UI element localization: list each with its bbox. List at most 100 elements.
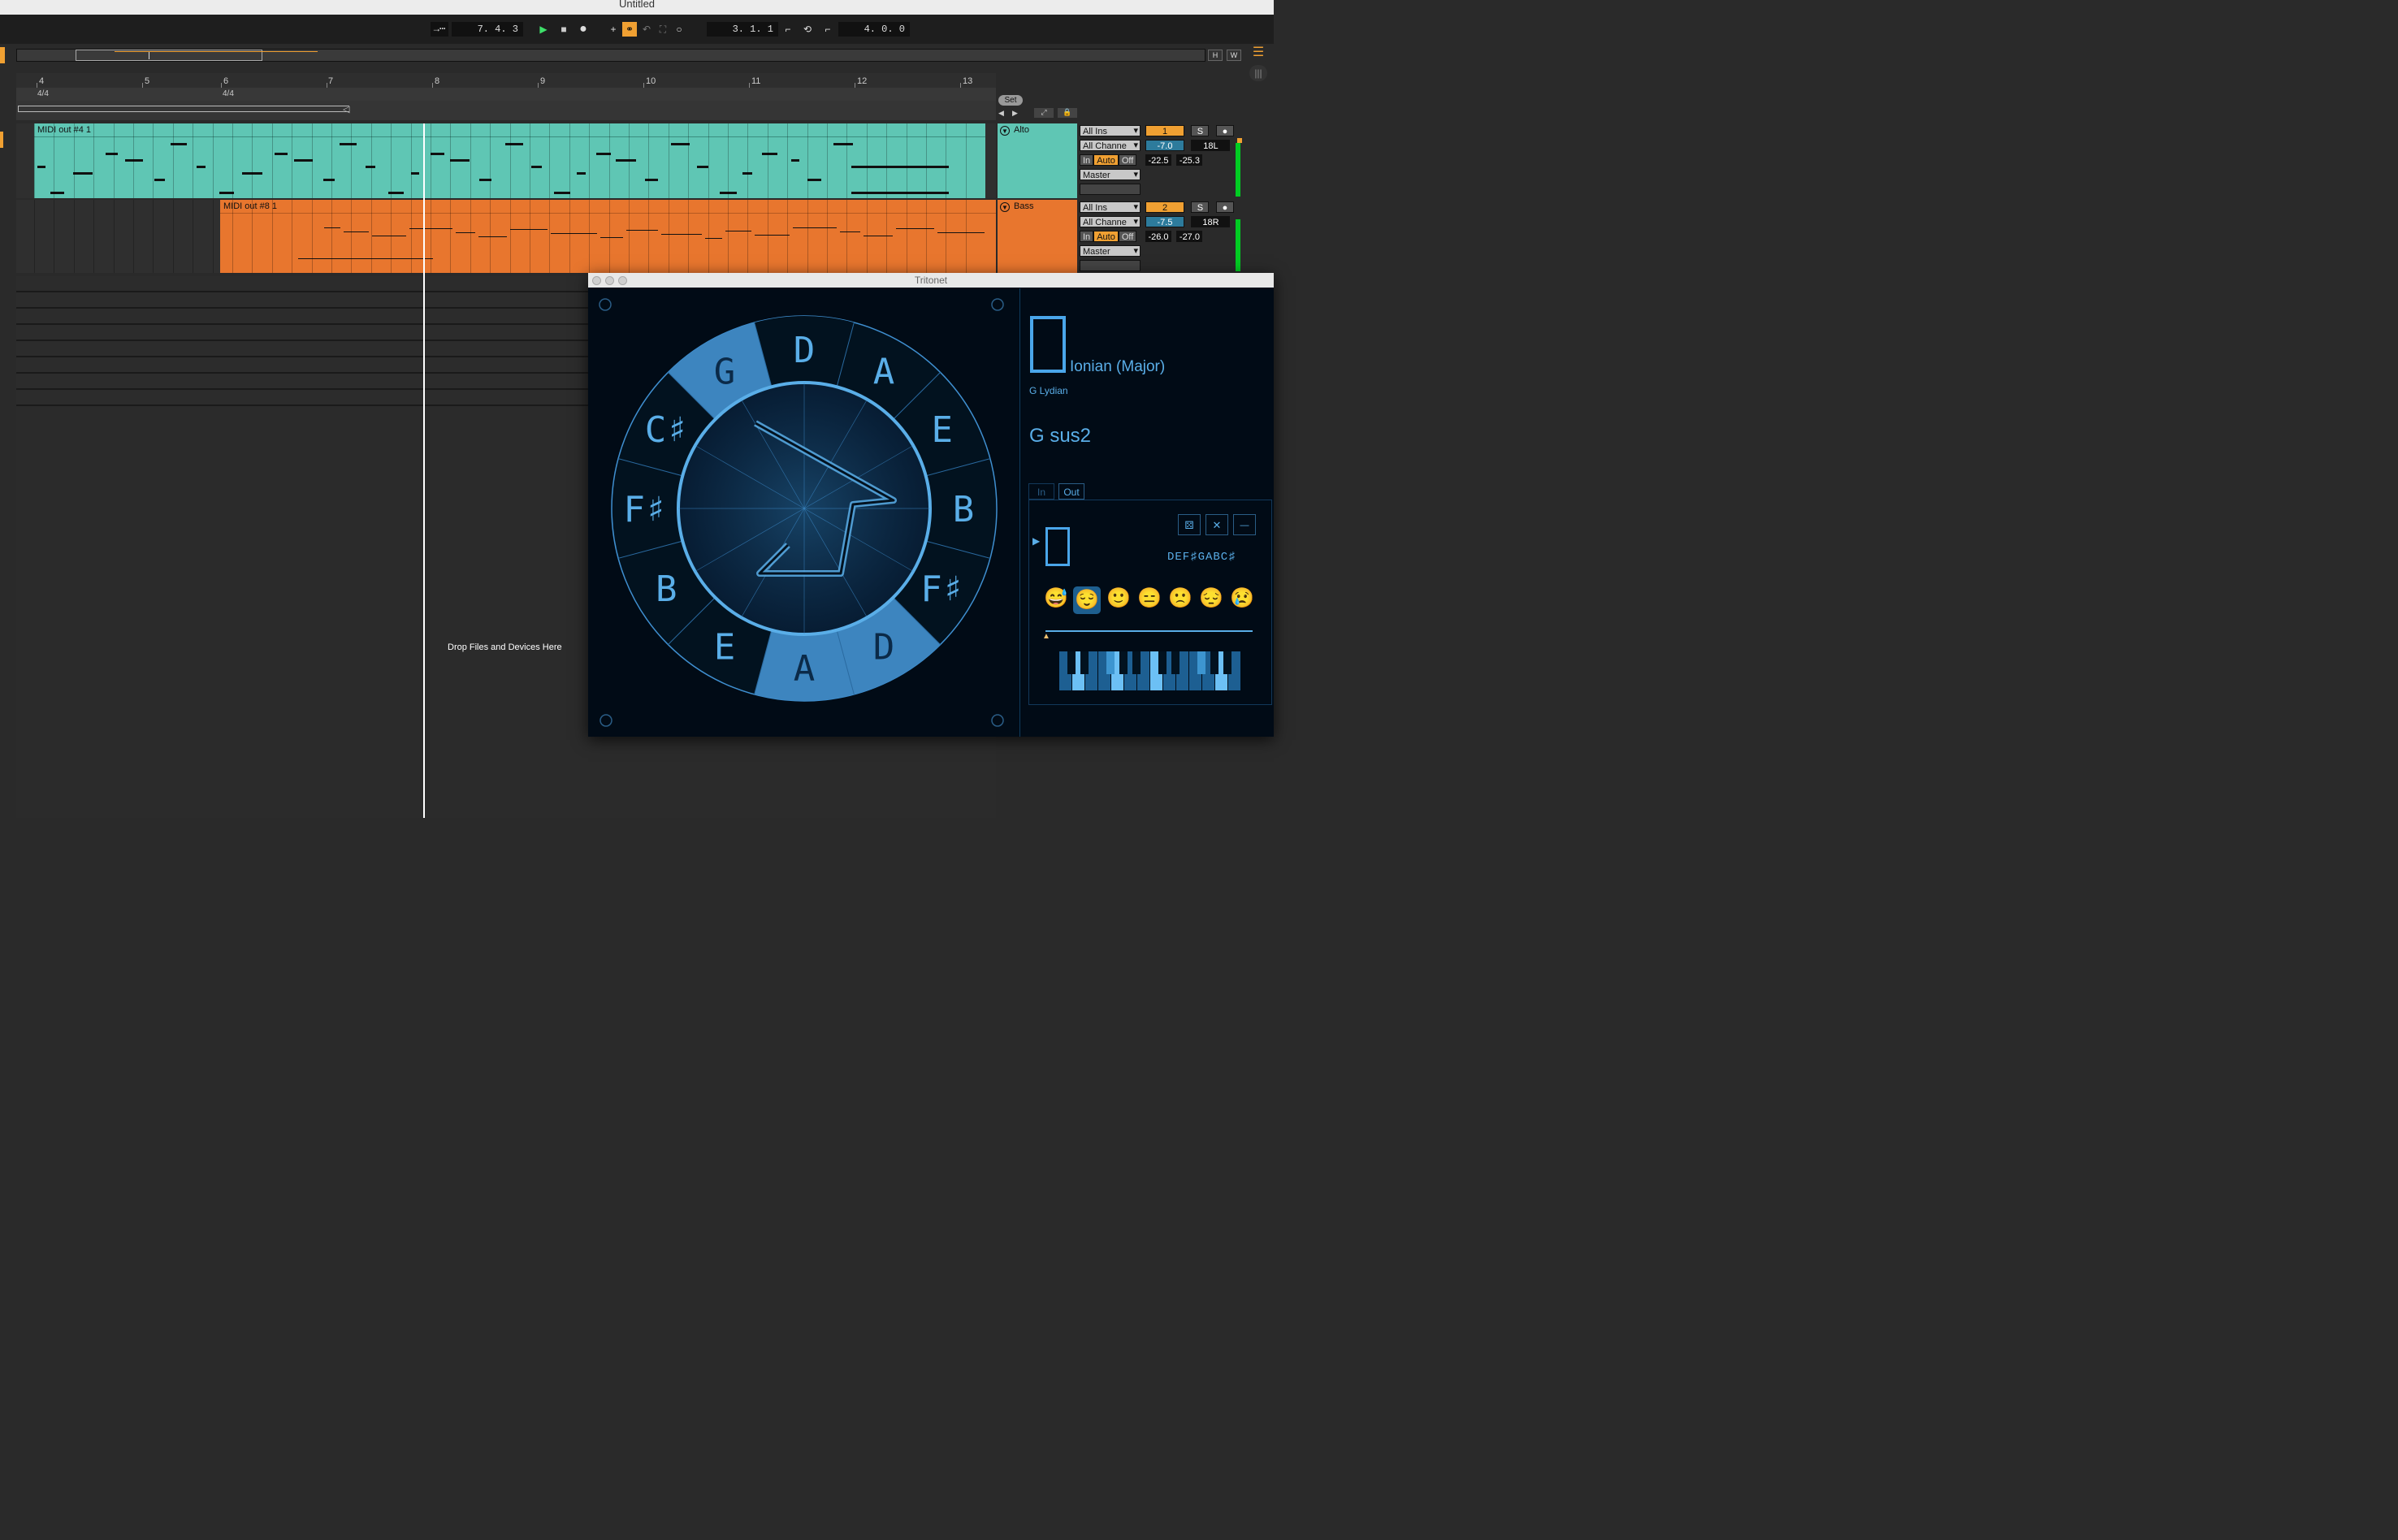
punch-icon[interactable]: ⛶ bbox=[656, 22, 670, 37]
circle-note-label[interactable]: B bbox=[656, 569, 677, 610]
midi-note[interactable] bbox=[456, 232, 475, 233]
loop-brace[interactable] bbox=[18, 106, 349, 112]
output-channel-select[interactable] bbox=[1080, 184, 1141, 195]
time-signature-lane[interactable]: 4/4 4/4 bbox=[16, 88, 996, 101]
punch-out-icon[interactable]: ⌐ bbox=[820, 22, 835, 37]
circle-note-label[interactable]: F♯ bbox=[920, 569, 963, 610]
track-name[interactable]: Bass bbox=[1014, 201, 1033, 211]
empty-lane[interactable] bbox=[16, 309, 588, 325]
track-activator[interactable]: 1 bbox=[1145, 125, 1184, 136]
midi-note[interactable] bbox=[125, 159, 143, 162]
plugin-window[interactable]: Tritonet D A E B F♯ D A E B F♯ C♯ G Ionian (Major) bbox=[588, 273, 1274, 737]
alternate-mode[interactable]: G Lydian bbox=[1029, 385, 1068, 396]
empty-lane[interactable] bbox=[16, 357, 588, 374]
set-locator-button[interactable]: Set bbox=[998, 95, 1023, 106]
empty-lane[interactable] bbox=[16, 374, 588, 390]
circle-note-label[interactable]: A bbox=[873, 351, 895, 392]
midi-note[interactable] bbox=[791, 159, 799, 162]
circle-note-label[interactable]: G bbox=[714, 351, 736, 392]
piano-black-key[interactable] bbox=[1197, 651, 1205, 674]
piano-black-key[interactable] bbox=[1223, 651, 1231, 674]
midi-note[interactable] bbox=[106, 153, 118, 155]
empty-lane[interactable] bbox=[16, 292, 588, 309]
minus-icon[interactable]: — bbox=[1233, 514, 1256, 535]
piano-black-key[interactable] bbox=[1106, 651, 1115, 674]
lock-icon[interactable]: 🔒 bbox=[1058, 108, 1077, 118]
empty-lane[interactable] bbox=[16, 341, 588, 357]
link-icon[interactable]: ⚭ bbox=[622, 22, 637, 37]
midi-note[interactable] bbox=[661, 234, 702, 235]
song-position[interactable]: 7. 4. 3 bbox=[452, 22, 523, 37]
midi-note[interactable] bbox=[431, 153, 444, 155]
emoji-button[interactable]: 😢 bbox=[1230, 586, 1254, 610]
circle-note-label[interactable]: C♯ bbox=[645, 409, 688, 451]
input-type-select[interactable]: All Ins bbox=[1080, 201, 1141, 213]
piano-black-key[interactable] bbox=[1132, 651, 1141, 674]
midi-note[interactable] bbox=[755, 235, 790, 236]
piano-black-key[interactable] bbox=[1171, 651, 1180, 674]
midi-note[interactable] bbox=[450, 159, 470, 162]
midi-note[interactable] bbox=[275, 153, 288, 155]
follow-icon[interactable]: →⋯ bbox=[431, 22, 448, 37]
midi-note[interactable] bbox=[478, 236, 507, 237]
menu-icon[interactable]: ☰ bbox=[1249, 45, 1267, 62]
midi-note[interactable] bbox=[671, 143, 690, 145]
empty-lane[interactable] bbox=[16, 276, 588, 292]
circle-note-label[interactable]: D bbox=[873, 627, 895, 668]
midi-note[interactable] bbox=[807, 179, 821, 181]
piano-black-key[interactable] bbox=[1080, 651, 1089, 674]
loop-icon[interactable]: ○ bbox=[672, 22, 686, 37]
mood-slider-handle[interactable]: ▲ bbox=[1042, 632, 1050, 641]
close-icon[interactable]: ✕ bbox=[1205, 514, 1228, 535]
midi-note[interactable] bbox=[937, 232, 985, 233]
loop-brace-lane[interactable]: ◁ bbox=[16, 101, 996, 120]
loop-end-marker[interactable]: ◁ bbox=[343, 104, 349, 115]
track-lane-bass[interactable]: MIDI out #8 1 bbox=[16, 200, 996, 273]
midi-note[interactable] bbox=[554, 192, 570, 194]
circle-note-label[interactable]: F♯ bbox=[624, 489, 667, 530]
emoji-button[interactable]: 😅 bbox=[1044, 586, 1068, 610]
record-icon[interactable]: ● bbox=[576, 22, 591, 37]
midi-note[interactable] bbox=[616, 159, 636, 162]
zoom-window-icon[interactable] bbox=[618, 276, 627, 285]
midi-note[interactable] bbox=[577, 172, 586, 175]
time-signature[interactable]: 4/4 bbox=[37, 89, 49, 98]
midi-note[interactable] bbox=[323, 179, 335, 181]
loop-start[interactable]: 3. 1. 1 bbox=[707, 22, 778, 37]
midi-note[interactable] bbox=[197, 166, 206, 168]
track-header-alto[interactable]: ▼ Alto bbox=[998, 123, 1077, 198]
midi-note[interactable] bbox=[340, 143, 357, 145]
track-header-bass[interactable]: ▼ Bass bbox=[998, 200, 1077, 273]
empty-lane[interactable] bbox=[16, 325, 588, 341]
input-channel-select[interactable]: All Channe bbox=[1080, 140, 1141, 151]
midi-note[interactable] bbox=[626, 230, 658, 231]
midi-note[interactable] bbox=[551, 233, 597, 234]
midi-clip[interactable]: MIDI out #8 1 bbox=[220, 200, 996, 273]
midi-note[interactable] bbox=[411, 172, 419, 175]
next-locator-icon[interactable]: ▶ bbox=[1012, 109, 1018, 118]
piano-keyboard[interactable] bbox=[1059, 651, 1241, 690]
circle-note-label[interactable]: E bbox=[931, 409, 953, 451]
note-area[interactable] bbox=[220, 213, 996, 273]
arm-icon[interactable]: ● bbox=[1215, 201, 1234, 213]
fold-icon[interactable]: ▼ bbox=[1000, 126, 1010, 136]
circle-of-fifths[interactable]: DAEBF♯DAEBF♯C♯G bbox=[588, 288, 1019, 737]
solo-button[interactable]: S bbox=[1191, 125, 1210, 136]
arrangement-overview[interactable] bbox=[16, 49, 1205, 62]
emoji-button[interactable]: 😔 bbox=[1199, 586, 1223, 610]
h-button[interactable]: H bbox=[1208, 50, 1223, 61]
midi-note[interactable] bbox=[896, 228, 934, 229]
add-icon[interactable]: + bbox=[606, 22, 621, 37]
emoji-button[interactable]: 😑 bbox=[1137, 586, 1162, 610]
midi-note[interactable] bbox=[37, 166, 45, 168]
midi-note[interactable] bbox=[324, 227, 340, 228]
circle-note-label[interactable]: A bbox=[794, 648, 816, 690]
input-type-select[interactable]: All Ins bbox=[1080, 125, 1141, 136]
prev-locator-icon[interactable]: ◀ bbox=[998, 109, 1004, 118]
midi-note[interactable] bbox=[840, 231, 860, 232]
mixer-toggle-icon[interactable]: ||| bbox=[1249, 65, 1267, 81]
midi-note[interactable] bbox=[531, 166, 542, 168]
tab-out[interactable]: Out bbox=[1058, 483, 1084, 500]
midi-note[interactable] bbox=[833, 143, 853, 145]
monitor-off-button[interactable]: Off bbox=[1118, 154, 1137, 166]
